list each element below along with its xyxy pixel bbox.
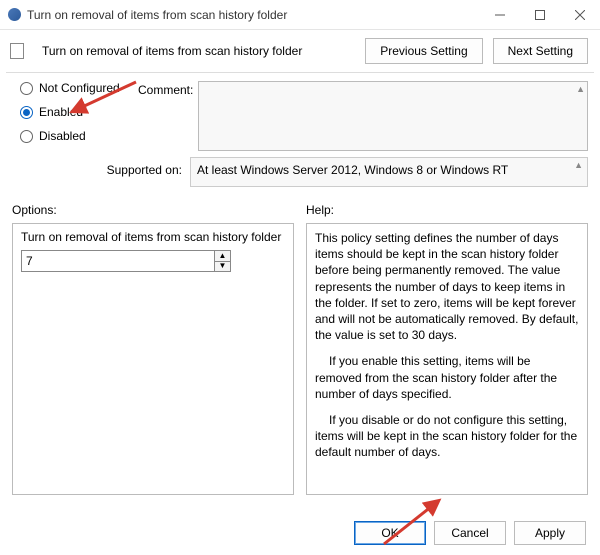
help-column: Help: This policy setting defines the nu… [306, 199, 588, 495]
options-box: Turn on removal of items from scan histo… [12, 223, 294, 495]
radio-enabled[interactable]: Enabled [20, 105, 130, 119]
spinner-steppers: ▲ ▼ [214, 251, 230, 271]
help-paragraph: If you disable or do not configure this … [315, 412, 579, 461]
option-title: Turn on removal of items from scan histo… [21, 230, 285, 244]
options-column: Options: Turn on removal of items from s… [12, 199, 294, 495]
scrollbar-indicator: ▲ [576, 84, 585, 94]
minimize-button[interactable] [480, 0, 520, 30]
state-row: Not Configured Enabled Disabled Comment:… [0, 73, 600, 155]
comment-field[interactable]: ▲ [198, 81, 588, 151]
days-spinner[interactable]: ▲ ▼ [21, 250, 231, 272]
ok-button[interactable]: OK [354, 521, 426, 545]
scrollbar-indicator: ▲ [574, 160, 583, 170]
radio-disabled[interactable]: Disabled [20, 129, 130, 143]
supported-field: At least Windows Server 2012, Windows 8 … [190, 157, 588, 187]
help-label: Help: [306, 199, 588, 223]
close-button[interactable] [560, 0, 600, 30]
supported-row: Supported on: At least Windows Server 20… [0, 155, 600, 195]
columns: Options: Turn on removal of items from s… [0, 195, 600, 495]
header: Turn on removal of items from scan histo… [0, 30, 600, 72]
radio-label: Disabled [39, 129, 86, 143]
help-box: This policy setting defines the number o… [306, 223, 588, 495]
comment-label: Comment: [138, 81, 198, 151]
action-row: OK Cancel Apply [354, 521, 586, 545]
options-label: Options: [12, 199, 294, 223]
titlebar: Turn on removal of items from scan histo… [0, 0, 600, 30]
radio-not-configured[interactable]: Not Configured [20, 81, 130, 95]
window-controls [480, 0, 600, 30]
comment-column: Comment: ▲ [138, 81, 588, 151]
help-paragraph: This policy setting defines the number o… [315, 230, 579, 343]
policy-icon [10, 43, 24, 59]
apply-button[interactable]: Apply [514, 521, 586, 545]
radio-icon [20, 130, 33, 143]
maximize-button[interactable] [520, 0, 560, 30]
supported-label: Supported on: [20, 157, 190, 187]
radio-label: Not Configured [39, 81, 120, 95]
next-setting-button[interactable]: Next Setting [493, 38, 588, 64]
state-radios: Not Configured Enabled Disabled [20, 81, 130, 151]
days-input[interactable] [22, 251, 214, 271]
radio-icon [20, 82, 33, 95]
radio-label: Enabled [39, 105, 83, 119]
previous-setting-button[interactable]: Previous Setting [365, 38, 482, 64]
cancel-button[interactable]: Cancel [434, 521, 506, 545]
step-up-button[interactable]: ▲ [215, 251, 230, 262]
help-paragraph: If you enable this setting, items will b… [315, 353, 579, 402]
window-title: Turn on removal of items from scan histo… [27, 8, 480, 22]
step-down-button[interactable]: ▼ [215, 262, 230, 272]
supported-value: At least Windows Server 2012, Windows 8 … [197, 163, 508, 177]
policy-title: Turn on removal of items from scan histo… [42, 44, 355, 58]
app-icon [8, 8, 21, 21]
radio-icon [20, 106, 33, 119]
